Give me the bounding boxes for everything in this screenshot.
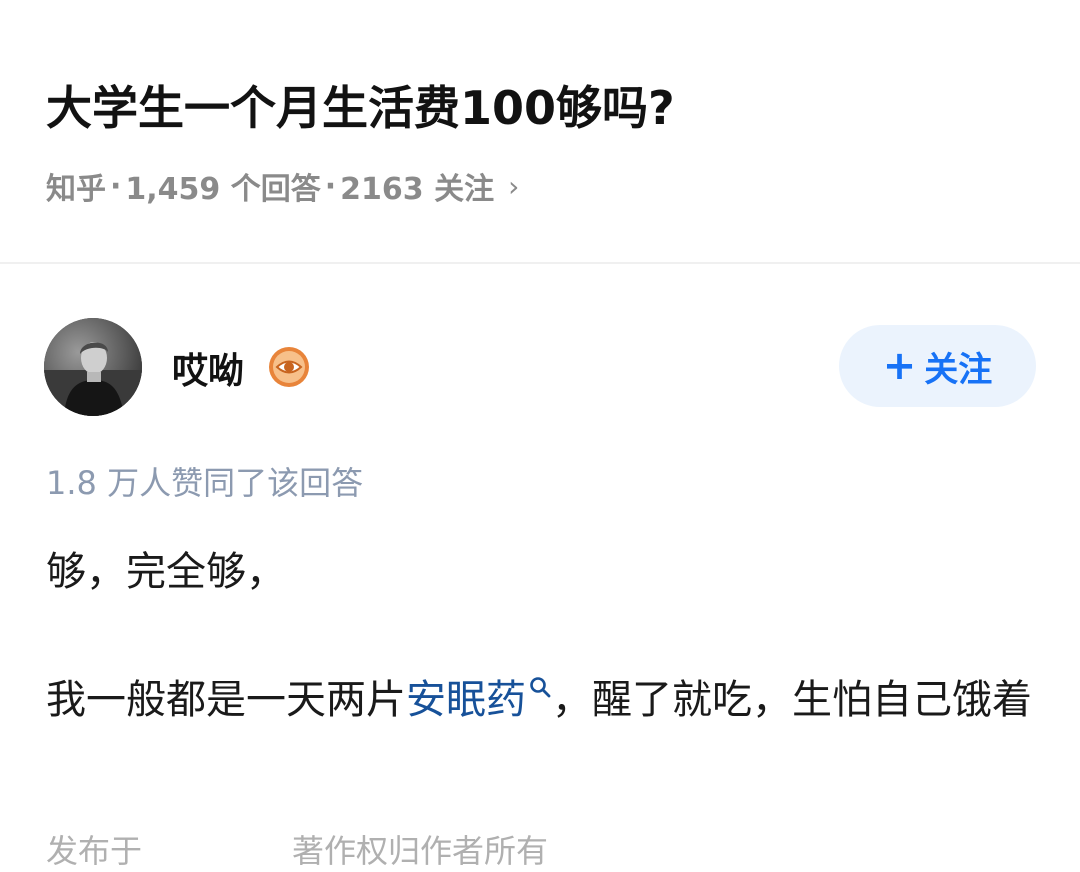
avatar-photo xyxy=(44,318,142,416)
follow-button-label: 关注 xyxy=(924,349,993,390)
meta-source: 知乎 xyxy=(46,172,106,207)
eye-badge-icon xyxy=(268,346,310,388)
chevron-right-icon: › xyxy=(508,169,520,203)
search-icon xyxy=(530,677,551,698)
answer-footer: 发布于 著作权归作者所有 xyxy=(46,826,548,872)
meta-separator: · xyxy=(110,168,122,204)
avatar[interactable] xyxy=(44,318,142,416)
section-divider xyxy=(0,262,1080,264)
question-title[interactable]: 大学生一个月生活费100够吗? xyxy=(46,72,675,138)
follow-button[interactable]: + 关注 xyxy=(839,325,1036,407)
answer-paragraph: 我一般都是一天两片安眠药 ，醒了就吃，生怕自己饿着 xyxy=(46,665,1036,735)
question-meta[interactable]: 知乎 · 1,459 个回答 · 2163 关注 › xyxy=(46,164,519,208)
copyright-notice: 著作权归作者所有 xyxy=(292,832,549,870)
keyword-text: 安眠药 xyxy=(406,677,526,723)
plus-icon: + xyxy=(882,343,917,389)
meta-separator: · xyxy=(324,168,337,204)
keyword-search-link[interactable]: 安眠药 xyxy=(406,677,552,723)
answer-text: ，醒了就吃，生怕自己饿着 xyxy=(552,677,1032,723)
meta-follow-count: 2163 关注 xyxy=(340,172,495,207)
answer-text: 我一般都是一天两片 xyxy=(46,677,406,723)
meta-answer-count: 1,459 个回答 xyxy=(125,172,321,207)
answer-paragraph: 够，完全够， xyxy=(46,549,286,595)
author-name[interactable]: 哎呦 xyxy=(172,342,244,394)
upvote-count: 1.8 万人赞同了该回答 xyxy=(46,464,364,502)
publish-time: 发布于 xyxy=(46,832,143,870)
